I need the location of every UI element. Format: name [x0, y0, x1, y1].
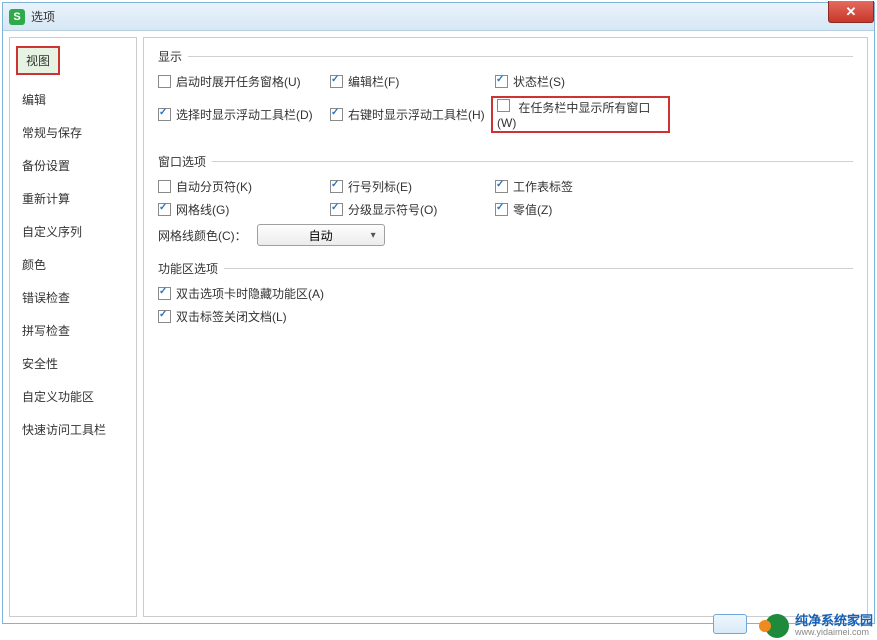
sidebar-item-custom-lists[interactable]: 自定义序列 — [10, 215, 136, 248]
label-dblclick-hide-ribbon: 双击选项卡时隐藏功能区(A) — [176, 285, 324, 302]
highlight-taskbar-all-windows: 在任务栏中显示所有窗口(W) — [491, 96, 670, 133]
sidebar-item-security[interactable]: 安全性 — [10, 347, 136, 380]
sidebar-item-general-save[interactable]: 常规与保存 — [10, 116, 136, 149]
label-zero-values: 零值(Z) — [513, 201, 552, 218]
watermark-title: 纯净系统家园 — [795, 614, 873, 628]
sidebar-item-spell-check[interactable]: 拼写检查 — [10, 314, 136, 347]
section-ribbon-options: 功能区选项 双击选项卡时隐藏功能区(A) 双击标签关闭文档(L) — [158, 260, 853, 335]
section-ribbon-legend: 功能区选项 — [158, 260, 224, 277]
sidebar-item-quickaccess-toolbar[interactable]: 快速访问工具栏 — [10, 413, 136, 446]
label-row-col-header: 行号列标(E) — [348, 178, 412, 195]
label-grid-color: 网格线颜色(C)： — [158, 227, 247, 244]
checkbox-outline-symbols[interactable] — [330, 203, 343, 216]
label-float-toolbar-rclick: 右键时显示浮动工具栏(H) — [348, 106, 485, 123]
section-window-options: 窗口选项 自动分页符(K) 行号列标(E) 工作表标签 — [158, 153, 853, 250]
label-outline-symbols: 分级显示符号(O) — [348, 201, 437, 218]
label-dblclick-close-doc: 双击标签关闭文档(L) — [176, 308, 287, 325]
checkbox-dblclick-hide-ribbon[interactable] — [158, 287, 171, 300]
sidebar-item-backup[interactable]: 备份设置 — [10, 149, 136, 182]
label-edit-bar: 编辑栏(F) — [348, 73, 399, 90]
checkbox-edit-bar[interactable] — [330, 75, 343, 88]
options-dialog: S 选项 ✕ 视图 编辑 常规与保存 备份设置 重新计算 自定义序列 颜色 错误… — [2, 2, 875, 624]
checkbox-sheet-tabs[interactable] — [495, 180, 508, 193]
dialog-body: 视图 编辑 常规与保存 备份设置 重新计算 自定义序列 颜色 错误检查 拼写检查… — [3, 31, 874, 623]
section-display-legend: 显示 — [158, 48, 188, 65]
checkbox-float-toolbar-rclick[interactable] — [330, 108, 343, 121]
label-auto-pagebreak: 自动分页符(K) — [176, 178, 252, 195]
window-title: 选项 — [31, 8, 55, 25]
section-display: 显示 启动时展开任务窗格(U) 编辑栏(F) 状态栏(S) — [158, 48, 853, 143]
section-window-legend: 窗口选项 — [158, 153, 212, 170]
checkbox-dblclick-close-doc[interactable] — [158, 310, 171, 323]
sidebar-item-color[interactable]: 颜色 — [10, 248, 136, 281]
checkbox-zero-values[interactable] — [495, 203, 508, 216]
close-button[interactable]: ✕ — [828, 1, 874, 23]
sidebar-item-recalc[interactable]: 重新计算 — [10, 182, 136, 215]
category-sidebar: 视图 编辑 常规与保存 备份设置 重新计算 自定义序列 颜色 错误检查 拼写检查… — [9, 37, 137, 617]
label-startup-taskpane: 启动时展开任务窗格(U) — [176, 73, 301, 90]
sidebar-item-edit[interactable]: 编辑 — [10, 83, 136, 116]
partial-button[interactable] — [713, 614, 747, 634]
checkbox-auto-pagebreak[interactable] — [158, 180, 171, 193]
label-gridlines: 网格线(G) — [176, 201, 229, 218]
settings-panel: 显示 启动时展开任务窗格(U) 编辑栏(F) 状态栏(S) — [143, 37, 868, 617]
title-bar: S 选项 ✕ — [3, 3, 874, 31]
sidebar-item-error-check[interactable]: 错误检查 — [10, 281, 136, 314]
app-icon: S — [9, 9, 25, 25]
checkbox-gridlines[interactable] — [158, 203, 171, 216]
combo-grid-color-value: 自动 — [309, 227, 333, 244]
combo-grid-color[interactable]: 自动 — [257, 224, 385, 246]
watermark-url: www.yidaimei.com — [795, 628, 873, 638]
label-float-toolbar-select: 选择时显示浮动工具栏(D) — [176, 106, 313, 123]
sidebar-item-view[interactable]: 视图 — [16, 46, 60, 75]
label-taskbar-all-windows: 在任务栏中显示所有窗口(W) — [497, 101, 650, 130]
checkbox-taskbar-all-windows[interactable] — [497, 99, 510, 112]
checkbox-status-bar[interactable] — [495, 75, 508, 88]
checkbox-float-toolbar-select[interactable] — [158, 108, 171, 121]
label-sheet-tabs: 工作表标签 — [513, 178, 573, 195]
sidebar-item-customize-ribbon[interactable]: 自定义功能区 — [10, 380, 136, 413]
label-status-bar: 状态栏(S) — [513, 73, 565, 90]
watermark: 纯净系统家园 www.yidaimei.com — [765, 614, 873, 638]
checkbox-startup-taskpane[interactable] — [158, 75, 171, 88]
watermark-logo-icon — [765, 614, 789, 638]
checkbox-row-col-header[interactable] — [330, 180, 343, 193]
